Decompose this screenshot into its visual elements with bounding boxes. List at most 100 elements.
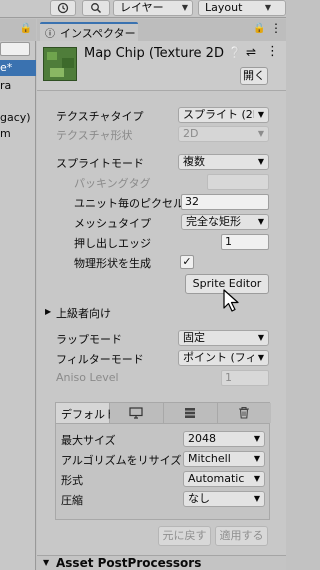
- layers-dropdown[interactable]: レイヤー ▼: [113, 0, 193, 16]
- expand-arrow-icon[interactable]: ▶: [45, 307, 51, 316]
- revert-button[interactable]: 元に戻す: [158, 526, 211, 546]
- trash-icon: [239, 406, 249, 419]
- ppu-label: ユニット毎のピクセル数: [74, 197, 181, 210]
- layers-label: レイヤー: [120, 1, 164, 14]
- open-button[interactable]: 開く: [240, 67, 268, 85]
- chevron-down-icon: ▼: [257, 217, 264, 226]
- tab-inspector-label: インスペクター: [60, 27, 136, 40]
- preset-icon[interactable]: ⇌: [246, 45, 256, 59]
- compression-label: 圧縮: [61, 494, 83, 507]
- chevron-down-icon: ▼: [181, 3, 188, 12]
- aniso-level-label: Aniso Level: [56, 371, 119, 384]
- filter-mode-value: ポイント (フィルタ: [183, 351, 254, 364]
- texture-shape-dropdown: 2D ▼: [178, 126, 269, 142]
- format-dropdown[interactable]: Automatic ▼: [183, 471, 265, 487]
- chevron-down-icon: ▼: [257, 157, 264, 166]
- top-toolbar: レイヤー ▼ Layout ▼: [0, 0, 286, 18]
- collapse-arrow-icon: ▼: [43, 558, 50, 567]
- extrude-edges-value: 1: [225, 235, 232, 248]
- wrap-mode-value: 固定: [183, 331, 205, 344]
- checkmark-icon: ✓: [182, 255, 192, 268]
- compression-dropdown[interactable]: なし ▼: [183, 491, 265, 507]
- chevron-down-icon: ▼: [253, 434, 260, 443]
- texture-type-label: テクスチャタイプ: [56, 110, 144, 123]
- search-button[interactable]: [82, 0, 110, 16]
- format-value: Automatic: [188, 472, 245, 485]
- server-icon: [185, 408, 195, 418]
- sprite-mode-value: 複数: [183, 155, 205, 168]
- chevron-down-icon: ▼: [257, 110, 264, 119]
- max-size-value: 2048: [188, 432, 216, 445]
- wrap-mode-label: ラップモード: [56, 333, 122, 346]
- help-icon[interactable]: ❔: [228, 46, 242, 59]
- chevron-down-icon: ▼: [253, 474, 260, 483]
- tab-platform-other[interactable]: [218, 403, 271, 423]
- hierarchy-item[interactable]: gacy): [0, 111, 31, 124]
- wrap-mode-dropdown[interactable]: 固定 ▼: [178, 330, 269, 346]
- asset-postprocessors-header[interactable]: ▼ Asset PostProcessors: [37, 555, 286, 570]
- hierarchy-panel: 🔒 e* ra gacy) m: [0, 19, 36, 570]
- apply-button[interactable]: 適用する: [215, 526, 268, 546]
- chevron-down-icon: ▼: [257, 333, 264, 342]
- history-button[interactable]: [50, 0, 76, 16]
- sprite-mode-label: スプライトモード: [56, 157, 144, 170]
- tab-inspector[interactable]: ⓘ インスペクター: [40, 22, 138, 41]
- sprite-mode-dropdown[interactable]: 複数 ▼: [178, 154, 269, 170]
- format-label: 形式: [61, 474, 83, 487]
- hierarchy-tab[interactable]: 🔒: [0, 19, 36, 41]
- mesh-type-value: 完全な矩形: [186, 215, 241, 228]
- info-icon: ⓘ: [45, 29, 55, 40]
- texture-type-value: スプライト (2D と: [183, 108, 254, 121]
- aniso-level-value: 1: [225, 371, 232, 384]
- physics-shape-label: 物理形状を生成: [74, 257, 151, 270]
- asset-title: Map Chip (Texture 2D: [84, 46, 224, 61]
- extrude-edges-field[interactable]: 1: [221, 234, 269, 250]
- menu-icon[interactable]: ⋮: [266, 44, 279, 59]
- ppu-value: 32: [185, 195, 199, 208]
- chevron-down-icon: ▼: [253, 454, 260, 463]
- platform-settings-box: デフォルト 最大サイズ 2048 ▼ アルゴリズムをリサイズ Mitchell …: [55, 402, 271, 520]
- max-size-label: 最大サイズ: [61, 434, 116, 447]
- cursor-icon: [223, 289, 239, 312]
- aniso-level-field: 1: [221, 370, 269, 386]
- packing-tag-label: パッキングタグ: [74, 177, 151, 190]
- resize-algorithm-dropdown[interactable]: Mitchell ▼: [183, 451, 265, 467]
- layout-dropdown[interactable]: Layout ▼: [198, 0, 286, 16]
- packing-tag-field: [207, 174, 269, 190]
- hierarchy-item: e*: [0, 61, 13, 74]
- asset-postprocessors-label: Asset PostProcessors: [56, 556, 202, 570]
- resize-algorithm-label: アルゴリズムをリサイズ: [61, 454, 181, 467]
- mesh-type-label: メッシュタイプ: [74, 217, 151, 230]
- tab-platform-default-label: デフォルト: [61, 408, 116, 421]
- tab-platform-default[interactable]: デフォルト: [56, 403, 116, 423]
- filter-mode-label: フィルターモード: [56, 353, 144, 366]
- asset-header: Map Chip (Texture 2D ❔ ⇌ ⋮ 開く: [37, 41, 286, 91]
- chevron-down-icon: ▼: [264, 3, 271, 12]
- mesh-type-dropdown[interactable]: 完全な矩形 ▼: [181, 214, 269, 230]
- resize-algorithm-value: Mitchell: [188, 452, 231, 465]
- tab-platform-server[interactable]: [164, 403, 218, 423]
- ppu-field[interactable]: 32: [181, 194, 269, 210]
- hierarchy-item[interactable]: m: [0, 127, 11, 140]
- chevron-down-icon: ▼: [257, 353, 264, 362]
- hierarchy-selected-row[interactable]: e*: [0, 60, 36, 76]
- monitor-icon: [129, 407, 143, 419]
- hierarchy-search-input[interactable]: [0, 42, 30, 56]
- extrude-edges-label: 押し出しエッジ: [74, 237, 151, 250]
- chevron-down-icon: ▼: [257, 129, 264, 138]
- history-icon: [57, 2, 69, 14]
- compression-value: なし: [188, 492, 210, 505]
- tab-platform-standalone[interactable]: [110, 403, 164, 423]
- chevron-down-icon: ▼: [253, 494, 260, 503]
- physics-shape-checkbox[interactable]: ✓: [180, 255, 194, 269]
- texture-shape-label: テクスチャ形状: [56, 129, 133, 142]
- advanced-label[interactable]: 上級者向け: [56, 305, 111, 321]
- max-size-dropdown[interactable]: 2048 ▼: [183, 431, 265, 447]
- lock-icon[interactable]: 🔒: [20, 23, 32, 34]
- lock-icon[interactable]: 🔒: [253, 23, 265, 34]
- hierarchy-item[interactable]: ra: [0, 79, 11, 92]
- texture-type-dropdown[interactable]: スプライト (2D と ▼: [178, 107, 269, 123]
- filter-mode-dropdown[interactable]: ポイント (フィルタ ▼: [178, 350, 269, 366]
- menu-icon[interactable]: ⋮: [270, 21, 282, 35]
- search-icon: [91, 3, 102, 14]
